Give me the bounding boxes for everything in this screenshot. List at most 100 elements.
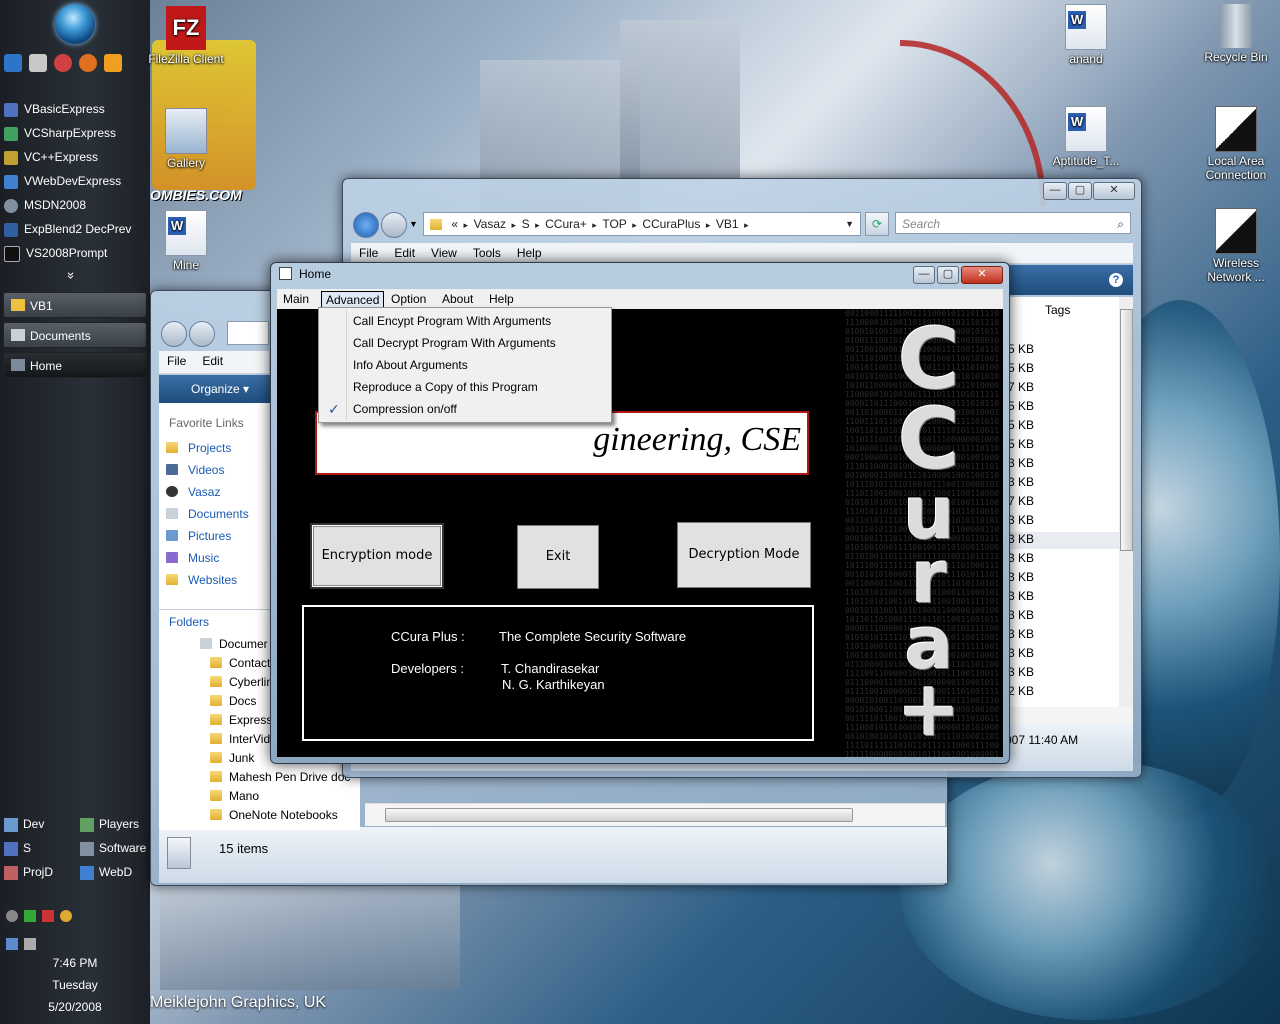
column-header-tags[interactable]: Tags bbox=[1045, 303, 1070, 317]
desktop-icon-anand[interactable]: anand bbox=[1046, 4, 1126, 66]
scroll-thumb[interactable] bbox=[385, 808, 853, 822]
exit-button[interactable]: Exit bbox=[517, 525, 599, 589]
favorite-link-vasaz[interactable]: Vasaz bbox=[188, 485, 220, 499]
maximize-button[interactable]: ▢ bbox=[937, 266, 959, 284]
tray-alert-icon[interactable] bbox=[42, 910, 54, 922]
breadcrumb-separator-icon[interactable]: ▸ bbox=[742, 220, 749, 230]
menu-file[interactable]: File bbox=[159, 351, 194, 371]
tree-item[interactable]: InterVid bbox=[229, 732, 270, 746]
minimize-button[interactable]: — bbox=[1043, 182, 1067, 200]
menu-item-call-decrypt[interactable]: Call Decrypt Program With Arguments bbox=[319, 332, 609, 354]
gadget-software[interactable]: Software bbox=[78, 838, 148, 858]
menu-file[interactable]: File bbox=[351, 243, 386, 263]
tree-item-documents[interactable]: Documer bbox=[219, 637, 268, 651]
menu-edit[interactable]: Edit bbox=[194, 351, 231, 371]
desktop-icon-recycle-bin[interactable]: Recycle Bin bbox=[1196, 4, 1276, 64]
breadcrumb-item[interactable]: CCuraPlus bbox=[642, 217, 700, 231]
tray-security-icon[interactable] bbox=[24, 910, 36, 922]
tree-item[interactable]: Mahesh Pen Drive doc bbox=[229, 770, 350, 784]
desktop-icon-gallery[interactable]: Gallery bbox=[146, 108, 226, 170]
favorite-link-documents[interactable]: Documents bbox=[188, 507, 249, 521]
network-icon[interactable] bbox=[29, 54, 47, 72]
menu-tools[interactable]: Tools bbox=[465, 243, 509, 263]
tree-item[interactable]: OneNote Notebooks bbox=[229, 808, 338, 822]
decryption-mode-button[interactable]: Decryption Mode bbox=[677, 522, 811, 588]
forward-icon[interactable] bbox=[381, 212, 407, 238]
desktop-icon-wireless[interactable]: Wireless Network ... bbox=[1196, 208, 1276, 284]
vertical-scrollbar[interactable] bbox=[1119, 297, 1133, 707]
help-icon[interactable]: ? bbox=[1109, 273, 1123, 287]
breadcrumb-separator-icon[interactable]: ▸ bbox=[533, 220, 543, 230]
launcher-vcpp[interactable]: VC++Express bbox=[4, 146, 146, 168]
menu-edit[interactable]: Edit bbox=[386, 243, 423, 263]
menu-item-reproduce-copy[interactable]: Reproduce a Copy of this Program bbox=[319, 376, 609, 398]
scroll-thumb[interactable] bbox=[1120, 309, 1133, 551]
close-button[interactable]: ✕ bbox=[1093, 182, 1135, 200]
desktop-icon-filezilla[interactable]: FZ FileZilla Client bbox=[146, 6, 226, 66]
menu-help[interactable]: Help bbox=[509, 243, 550, 263]
breadcrumb-item[interactable]: Vasaz bbox=[474, 217, 506, 231]
encryption-mode-button[interactable]: Encryption mode bbox=[310, 523, 444, 589]
desktop-icon-local-area[interactable]: Local Area Connection bbox=[1196, 106, 1276, 182]
horizontal-scrollbar[interactable] bbox=[365, 803, 945, 826]
more-chevron-icon[interactable]: » bbox=[64, 272, 79, 279]
tree-item[interactable]: Express bbox=[229, 713, 272, 727]
tray-power-icon[interactable] bbox=[60, 910, 72, 922]
address-bar[interactable] bbox=[227, 321, 269, 345]
breadcrumb-separator-icon[interactable]: ▸ bbox=[590, 220, 600, 230]
tree-item[interactable]: Cyberlin bbox=[229, 675, 273, 689]
launcher-vcsharp[interactable]: VCSharpExpress bbox=[4, 122, 146, 144]
breadcrumb-item[interactable]: CCura+ bbox=[545, 217, 587, 231]
tray-speaker-icon[interactable] bbox=[24, 938, 36, 950]
breadcrumb-separator-icon[interactable]: ▸ bbox=[630, 220, 640, 230]
breadcrumb-separator-icon[interactable]: ▸ bbox=[703, 220, 713, 230]
organize-button[interactable]: Organize ▾ bbox=[159, 375, 271, 403]
launcher-vwebdev[interactable]: VWebDevExpress bbox=[4, 170, 146, 192]
menu-main[interactable]: Main bbox=[279, 291, 313, 307]
launcher-vs2008prompt[interactable]: VS2008Prompt bbox=[4, 242, 146, 264]
desktop-icon-mine[interactable]: Mine bbox=[146, 210, 226, 272]
address-dropdown-icon[interactable]: ▼ bbox=[845, 213, 854, 235]
refresh-icon[interactable]: ⟳ bbox=[865, 212, 889, 236]
desktop-icon-aptitude[interactable]: Aptitude_T... bbox=[1046, 106, 1126, 168]
menu-option[interactable]: Option bbox=[387, 291, 430, 307]
folders-header[interactable]: Folders bbox=[169, 615, 209, 629]
menu-view[interactable]: View bbox=[423, 243, 465, 263]
launcher-msdn[interactable]: MSDN2008 bbox=[4, 194, 146, 216]
back-icon[interactable] bbox=[161, 321, 187, 347]
tree-item[interactable]: Mano bbox=[229, 789, 259, 803]
breadcrumb-item[interactable]: « bbox=[451, 217, 458, 231]
start-button[interactable] bbox=[55, 4, 95, 44]
menu-item-compression[interactable]: ✓ Compression on/off bbox=[319, 398, 609, 420]
favorite-link-music[interactable]: Music bbox=[188, 551, 219, 565]
media-player-icon[interactable] bbox=[104, 54, 122, 72]
maximize-button[interactable]: ▢ bbox=[1068, 182, 1092, 200]
breadcrumb-item[interactable]: TOP bbox=[602, 217, 626, 231]
breadcrumb-item[interactable]: VB1 bbox=[716, 217, 739, 231]
forward-icon[interactable] bbox=[189, 321, 215, 347]
launcher-vbasic[interactable]: VBasicExpress bbox=[4, 98, 146, 120]
breadcrumb-separator-icon[interactable]: ▸ bbox=[509, 220, 519, 230]
launcher-expblend[interactable]: ExpBlend2 DecPrev bbox=[4, 218, 146, 240]
gadget-players[interactable]: Players bbox=[78, 814, 148, 834]
favorite-link-projects[interactable]: Projects bbox=[188, 441, 231, 455]
menu-item-info-arguments[interactable]: Info About Arguments bbox=[319, 354, 609, 376]
tree-item[interactable]: Contact bbox=[229, 656, 270, 670]
gadget-dev[interactable]: Dev bbox=[2, 814, 72, 834]
close-button[interactable]: ✕ bbox=[961, 266, 1003, 284]
menu-about[interactable]: About bbox=[438, 291, 477, 307]
tree-item[interactable]: Junk bbox=[229, 751, 254, 765]
menu-help[interactable]: Help bbox=[485, 291, 518, 307]
search-icon[interactable]: ⌕ bbox=[1117, 213, 1124, 235]
favorite-link-videos[interactable]: Videos bbox=[188, 463, 224, 477]
favorite-link-websites[interactable]: Websites bbox=[188, 573, 237, 587]
gadget-webd[interactable]: WebD bbox=[78, 862, 148, 882]
taskbar-vb1[interactable]: VB1 bbox=[3, 292, 147, 318]
recent-pages-icon[interactable]: ▼ bbox=[409, 219, 418, 229]
breadcrumb-separator-icon[interactable]: ▸ bbox=[461, 220, 471, 230]
breadcrumb-item[interactable]: S bbox=[522, 217, 530, 231]
clock-time[interactable]: 7:46 PM bbox=[0, 956, 150, 970]
favorite-link-pictures[interactable]: Pictures bbox=[188, 529, 231, 543]
minimize-button[interactable]: — bbox=[913, 266, 935, 284]
menu-item-call-encrypt[interactable]: Call Encypt Program With Arguments bbox=[319, 310, 609, 332]
